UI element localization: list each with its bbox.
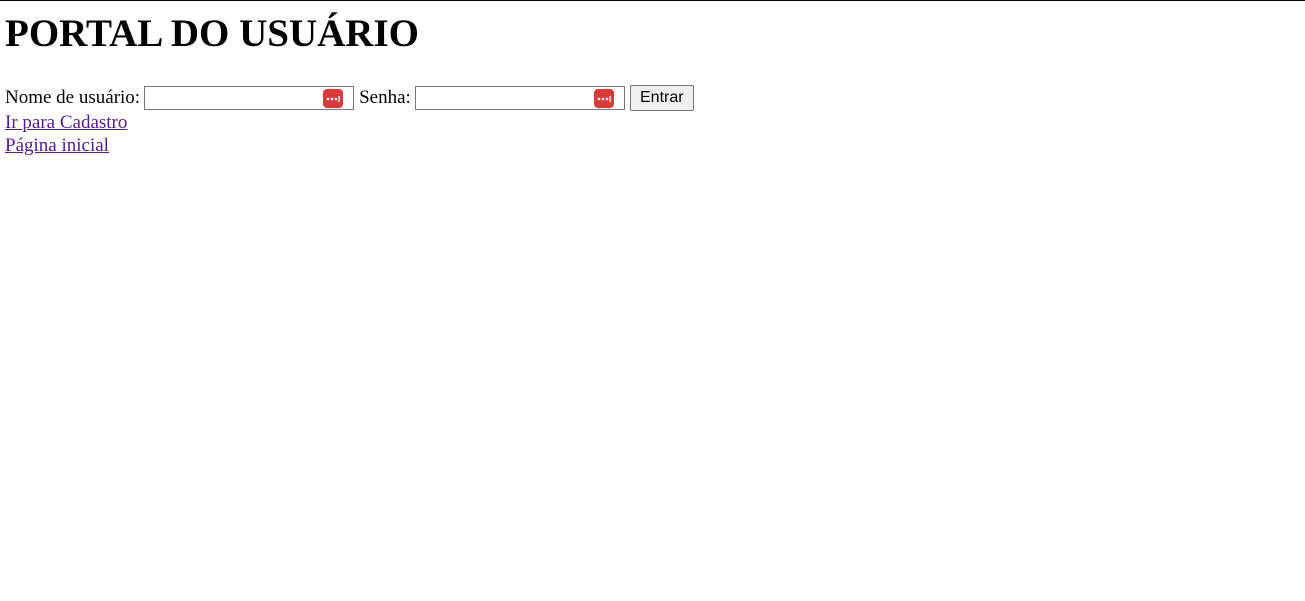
password-field-wrapper	[414, 86, 625, 110]
dots-icon	[597, 95, 611, 102]
dots-icon	[326, 95, 340, 102]
password-manager-icon[interactable]	[593, 89, 614, 108]
login-button[interactable]: Entrar	[629, 85, 694, 111]
login-form: Nome de usuário: Senha: Entrar	[5, 85, 694, 111]
page-title: PORTAL DO USUÁRIO	[5, 12, 419, 55]
password-manager-icon[interactable]	[323, 89, 344, 108]
top-border	[0, 0, 1305, 1]
password-input[interactable]	[415, 87, 597, 109]
username-input[interactable]	[145, 87, 327, 109]
username-field-wrapper	[144, 86, 355, 110]
nav-links: Ir para Cadastro Página inicial	[5, 111, 127, 157]
password-label: Senha:	[359, 87, 411, 108]
home-link[interactable]: Página inicial	[5, 134, 127, 157]
username-label: Nome de usuário:	[5, 87, 141, 108]
register-link[interactable]: Ir para Cadastro	[5, 111, 127, 134]
